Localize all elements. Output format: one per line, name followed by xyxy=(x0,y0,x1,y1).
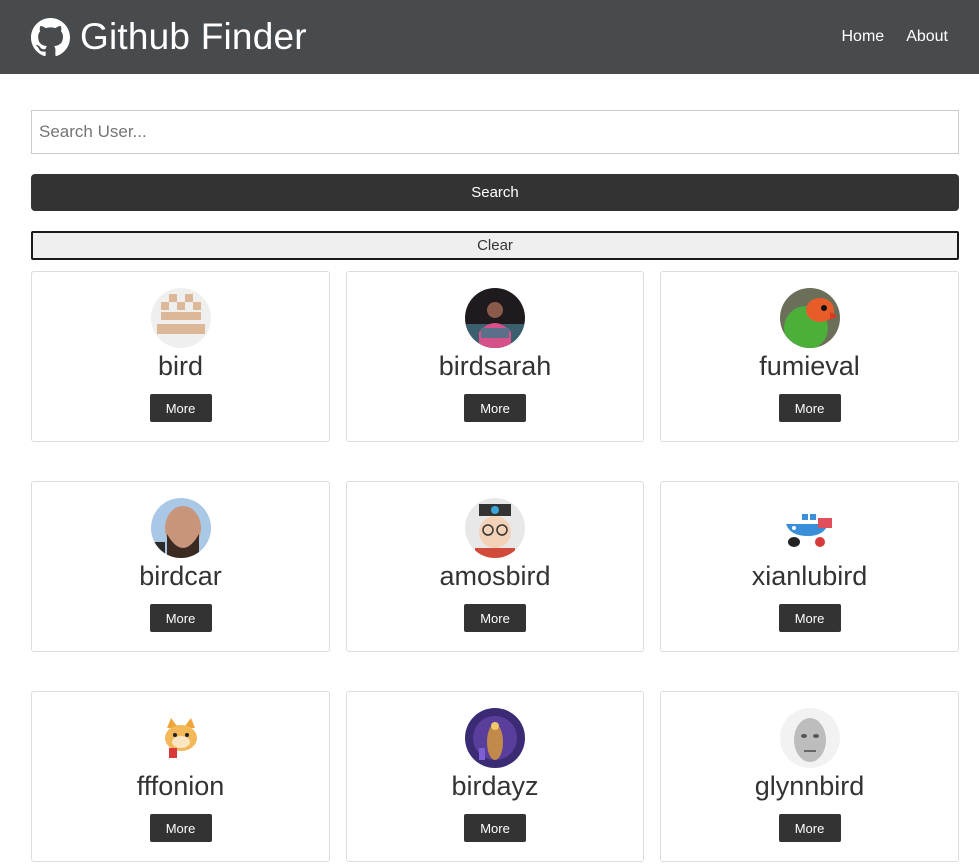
user-card: fffonion More xyxy=(31,691,330,862)
user-card: birdayz More xyxy=(346,691,644,862)
docker-whale-avatar[interactable] xyxy=(779,498,840,558)
doge-avatar[interactable] xyxy=(150,708,211,768)
app-title: Github Finder xyxy=(80,16,307,57)
user-card: glynnbird More xyxy=(660,691,959,862)
nav-links: Home About xyxy=(842,28,949,46)
username: birdayz xyxy=(451,771,539,801)
user-card: xianlubird More xyxy=(660,481,959,652)
username: fffonion xyxy=(136,771,225,801)
user-card: fumieval More xyxy=(660,271,959,442)
more-button[interactable]: More xyxy=(149,394,212,422)
navbar: Github Finder Home About xyxy=(0,0,979,74)
more-button[interactable]: More xyxy=(778,814,841,842)
username: glynnbird xyxy=(754,771,865,801)
photo-avatar[interactable] xyxy=(465,288,525,348)
username: bird xyxy=(157,351,204,381)
photo-avatar[interactable] xyxy=(150,498,211,558)
cartoon-avatar[interactable] xyxy=(465,498,525,558)
more-button[interactable]: More xyxy=(778,604,841,632)
more-button[interactable]: More xyxy=(149,814,212,842)
github-icon xyxy=(31,17,70,56)
search-input[interactable] xyxy=(31,110,959,154)
pixel-identicon-avatar[interactable] xyxy=(150,288,211,348)
more-button[interactable]: More xyxy=(464,814,526,842)
search-button[interactable]: Search xyxy=(31,174,959,211)
clear-button[interactable]: Clear xyxy=(31,231,959,260)
username: birdsarah xyxy=(438,351,552,381)
username: amosbird xyxy=(439,561,551,591)
user-grid: bird More birdsarah More fumieval More b… xyxy=(31,271,959,862)
more-button[interactable]: More xyxy=(778,394,841,422)
user-card: birdcar More xyxy=(31,481,330,652)
more-button[interactable]: More xyxy=(149,604,212,632)
user-card: birdsarah More xyxy=(346,271,644,442)
brand[interactable]: Github Finder xyxy=(31,16,307,58)
more-button[interactable]: More xyxy=(464,394,526,422)
nav-about-link[interactable]: About xyxy=(906,28,948,46)
parrot-avatar[interactable] xyxy=(779,288,840,348)
grayscale-face-avatar[interactable] xyxy=(779,708,840,768)
username: birdcar xyxy=(139,561,222,591)
more-button[interactable]: More xyxy=(464,604,526,632)
username: fumieval xyxy=(759,351,860,381)
user-card: bird More xyxy=(31,271,330,442)
photo-avatar[interactable] xyxy=(465,708,525,768)
user-card: amosbird More xyxy=(346,481,644,652)
nav-home-link[interactable]: Home xyxy=(842,28,885,46)
username: xianlubird xyxy=(751,561,868,591)
